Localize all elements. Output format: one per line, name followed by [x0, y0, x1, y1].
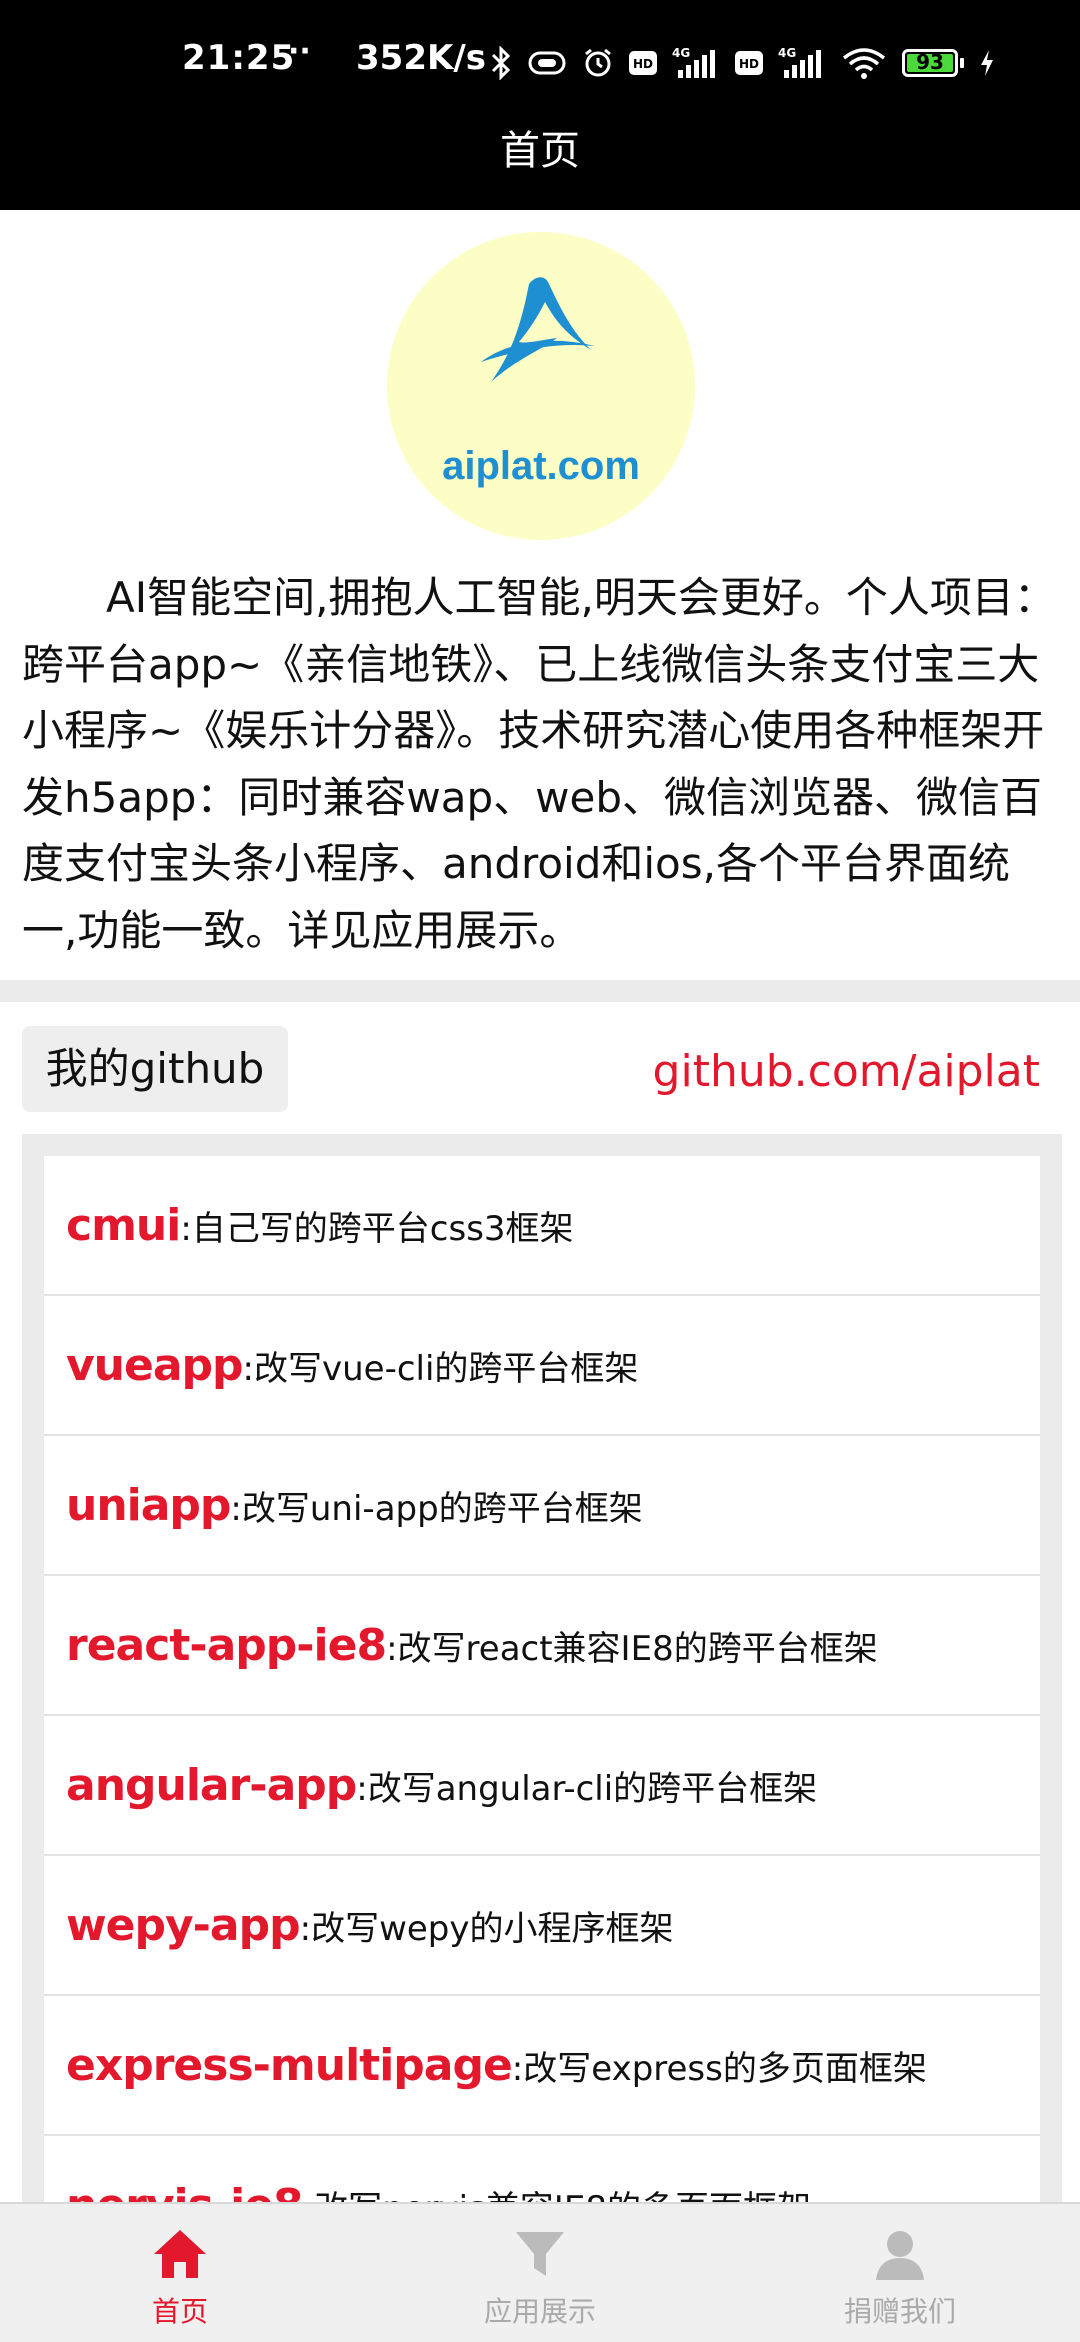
hd-icon: HD [628, 50, 658, 76]
battery-icon: 93 [902, 49, 964, 77]
logo-text: aiplat.com [442, 444, 640, 488]
tab-apps[interactable]: 应用展示 [360, 2204, 720, 2342]
repo-list: cmui:自己写的跨平台css3框架 vueapp:改写vue-cli的跨平台框… [44, 1156, 1040, 2224]
bluetooth-icon [490, 46, 512, 80]
repo-list-container: cmui:自己写的跨平台css3框架 vueapp:改写vue-cli的跨平台框… [22, 1134, 1062, 2224]
repo-desc: :改写wepy的小程序框架 [299, 1908, 674, 1949]
wifi-icon [840, 46, 888, 80]
tab-label: 首页 [151, 2295, 208, 2328]
svg-text:4G: 4G [778, 46, 796, 60]
list-item[interactable]: uniapp:改写uni-app的跨平台框架 [44, 1436, 1040, 1576]
repo-desc: :自己写的跨平台css3框架 [180, 1208, 574, 1249]
signal-4g-icon: 4G [672, 46, 720, 80]
logo: aiplat.com [387, 232, 695, 540]
tab-donate[interactable]: 捐赠我们 [720, 2204, 1080, 2342]
list-item[interactable]: vueapp:改写vue-cli的跨平台框架 [44, 1296, 1040, 1436]
repo-desc: :改写angular-cli的跨平台框架 [356, 1768, 818, 1809]
status-time: 21:25 [182, 38, 296, 78]
page-title: 首页 [500, 128, 580, 174]
network-speed: 352K/s [356, 38, 486, 78]
page-header: 首页 [0, 124, 1080, 210]
user-icon [876, 2231, 924, 2280]
home-icon [154, 2230, 206, 2278]
bottom-tab-bar: 首页 应用展示 捐赠我们 [0, 2202, 1080, 2342]
alarm-icon [582, 47, 614, 79]
repo-desc: :改写uni-app的跨平台框架 [230, 1488, 643, 1529]
status-bar: 21:25 ·· 352K/s HD 4G HD 4G 93 [0, 0, 1080, 124]
tab-label: 应用展示 [483, 2295, 596, 2328]
status-dots: ·· [288, 34, 311, 69]
repo-desc: :改写express的多页面框架 [511, 2048, 927, 2089]
list-item[interactable]: react-app-ie8:改写react兼容IE8的跨平台框架 [44, 1576, 1040, 1716]
list-item[interactable]: wepy-app:改写wepy的小程序框架 [44, 1856, 1040, 1996]
repo-name: uniapp [66, 1479, 231, 1531]
logo-mark-icon [481, 277, 595, 382]
svg-text:HD: HD [633, 57, 653, 71]
github-row: 我的github github.com/aiplat [0, 1002, 1080, 1132]
tab-home[interactable]: 首页 [0, 2204, 360, 2342]
repo-name: angular-app [66, 1759, 357, 1811]
repo-name: wepy-app [66, 1899, 301, 1951]
repo-name: vueapp [66, 1339, 244, 1391]
repo-name: express-multipage [66, 2039, 513, 2091]
tab-label: 捐赠我们 [843, 2295, 956, 2328]
repo-desc: :改写react兼容IE8的跨平台框架 [386, 1628, 878, 1669]
repo-name: react-app-ie8 [66, 1619, 387, 1671]
list-item[interactable]: express-multipage:改写express的多页面框架 [44, 1996, 1040, 2136]
list-item[interactable]: cmui:自己写的跨平台css3框架 [44, 1156, 1040, 1296]
repo-name: cmui [66, 1199, 181, 1251]
charging-icon [978, 48, 996, 78]
signal-4g-icon: 4G [778, 46, 826, 80]
battery-level: 93 [916, 50, 944, 74]
svg-text:4G: 4G [672, 46, 690, 60]
github-link[interactable]: github.com/aiplat [653, 1046, 1040, 1097]
svg-text:HD: HD [739, 57, 759, 71]
status-icons: HD 4G HD 4G 93 [490, 38, 996, 88]
repo-desc: :改写vue-cli的跨平台框架 [242, 1348, 639, 1389]
list-item[interactable]: angular-app:改写angular-cli的跨平台框架 [44, 1716, 1040, 1856]
hd-icon: HD [734, 50, 764, 76]
github-label: 我的github [22, 1026, 288, 1112]
filter-icon [516, 2232, 564, 2276]
section-divider [0, 980, 1080, 1002]
intro-paragraph: AI智能空间,拥抱人工智能,明天会更好。个人项目：跨平台app~《亲信地铁》、已… [22, 573, 1056, 955]
vibrate-icon [526, 49, 568, 77]
intro-section: aiplat.com AI智能空间,拥抱人工智能,明天会更好。个人项目：跨平台a… [0, 210, 1080, 980]
